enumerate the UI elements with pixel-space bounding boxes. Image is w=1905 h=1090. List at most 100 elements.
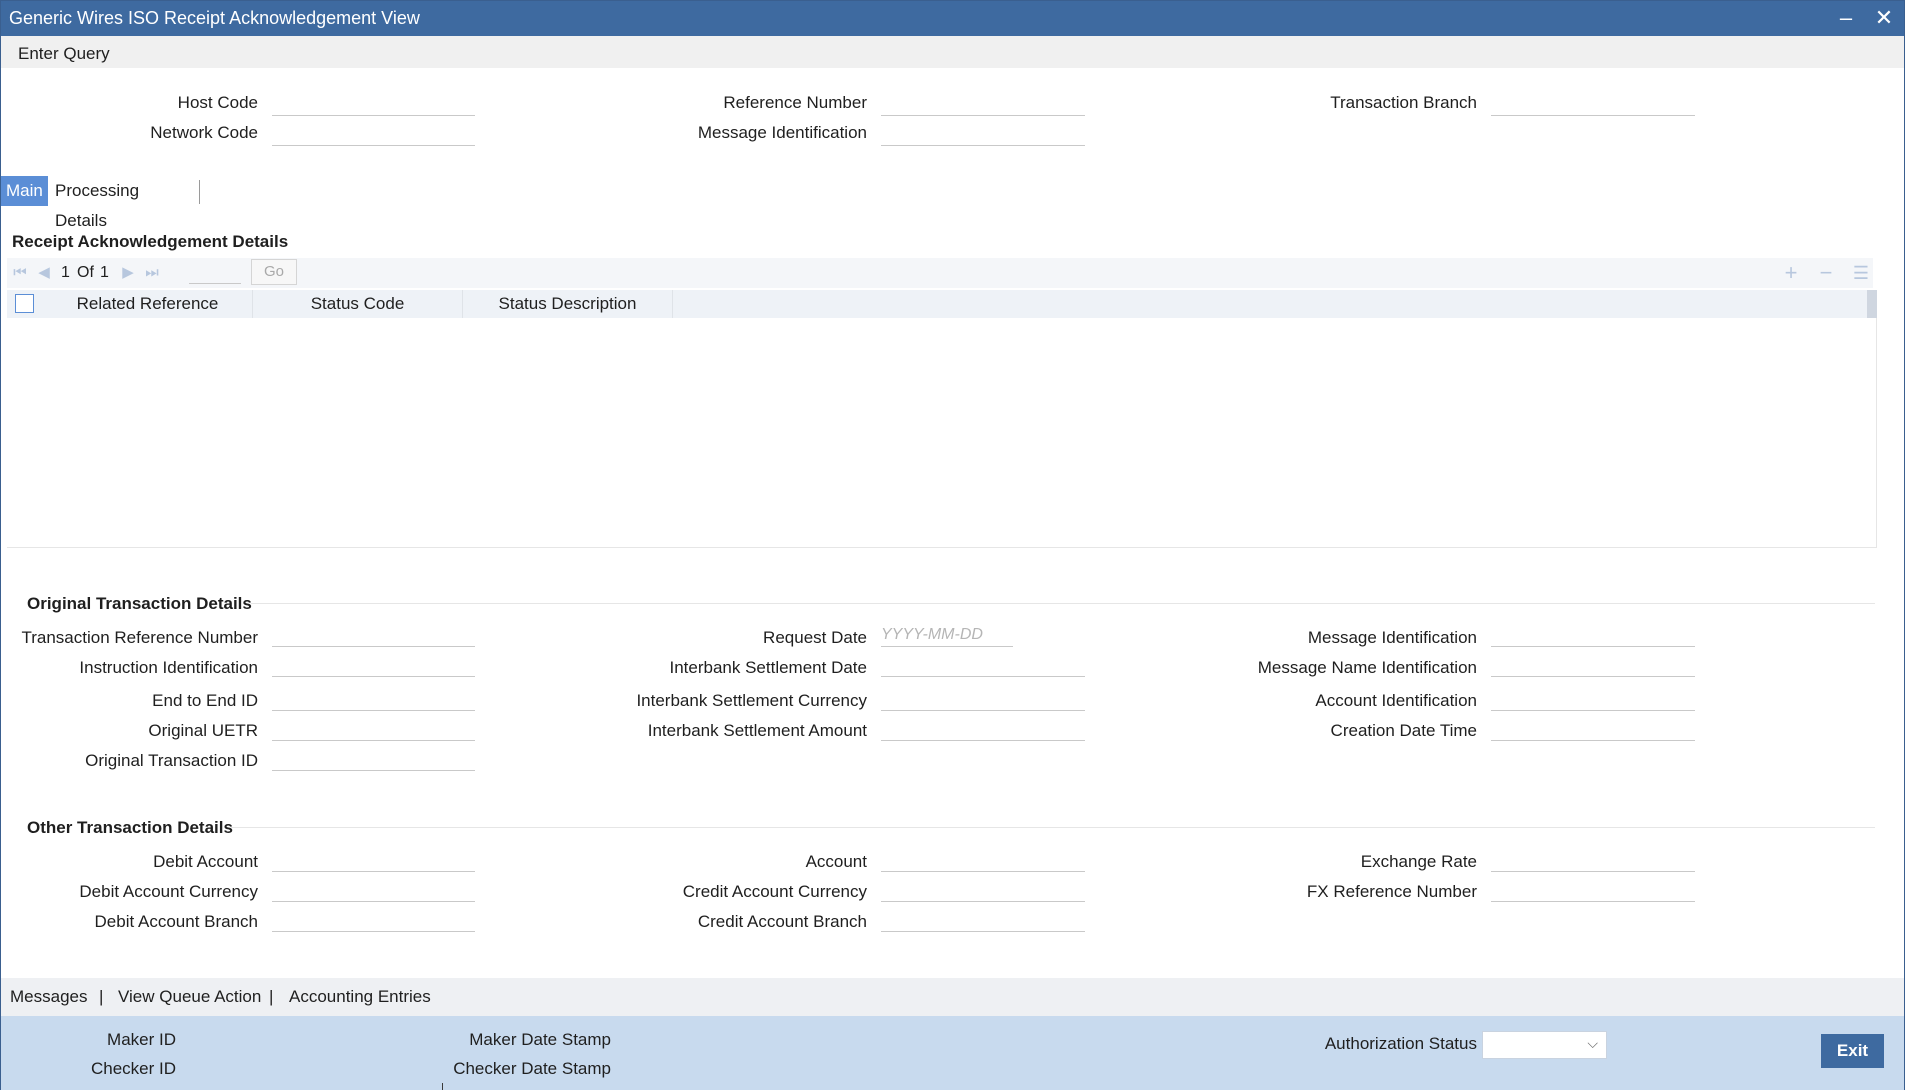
interbank-settlement-currency-label: Interbank Settlement Currency [636, 691, 867, 710]
credit-account-currency-field[interactable] [881, 878, 1085, 902]
account-field[interactable] [881, 848, 1085, 872]
end-to-end-id-label: End to End ID [152, 691, 258, 710]
reference-number-label: Reference Number [723, 93, 867, 112]
window-title: Generic Wires ISO Receipt Acknowledgemen… [9, 8, 420, 28]
interbank-settlement-amount-label: Interbank Settlement Amount [647, 721, 867, 740]
request-date-label: Request Date [763, 628, 867, 647]
chevron-down-icon: ⌵ [1587, 1035, 1598, 1051]
other-section-title: Other Transaction Details [27, 818, 233, 837]
creation-date-time-label: Creation Date Time [1330, 721, 1477, 740]
interbank-settlement-amount-field[interactable] [881, 717, 1085, 741]
link-separator: | [269, 987, 274, 1006]
audit-panel: Maker ID Checker ID Maker Date Stamp Che… [1, 1016, 1904, 1090]
debit-account-currency-field[interactable] [272, 878, 475, 902]
grid-scrollbar[interactable] [1867, 290, 1877, 318]
message-identification-label: Message Identification [1307, 628, 1477, 647]
column-related-reference[interactable]: Related Reference [43, 290, 253, 318]
host-code-label: Host Code [177, 93, 258, 112]
section-divider [251, 603, 1875, 604]
total-pages-number: 1 [100, 264, 109, 281]
exchange-rate-label: Exchange Rate [1360, 852, 1477, 871]
tab-main[interactable]: Main [1, 176, 48, 206]
tab-processing-details[interactable]: Processing Details [50, 176, 144, 230]
maker-date-stamp-label: Maker Date Stamp [469, 1030, 611, 1049]
page-of-label: Of [77, 264, 94, 281]
grid-header-row: Related Reference Status Code Status Des… [7, 290, 1867, 318]
message-name-identification-label: Message Name Identification [1257, 658, 1477, 677]
fx-reference-number-label: FX Reference Number [1306, 882, 1477, 901]
message-identification-field[interactable] [1491, 623, 1695, 647]
message-identification-field[interactable] [881, 122, 1085, 146]
reference-number-field[interactable] [881, 92, 1085, 116]
first-page-icon[interactable]: ⏮ [10, 263, 30, 283]
close-icon[interactable]: ✕ [1871, 5, 1897, 31]
toolbar: Enter Query [1, 36, 1904, 68]
authorization-status-select[interactable]: ⌵ [1482, 1031, 1607, 1059]
list-view-icon[interactable]: ☰ [1850, 262, 1872, 284]
original-transaction-id-label: Original Transaction ID [85, 751, 258, 770]
transaction-reference-number-label: Transaction Reference Number [21, 628, 258, 647]
transaction-branch-field[interactable] [1491, 92, 1695, 116]
transaction-reference-number-field[interactable] [272, 623, 475, 647]
exit-button[interactable]: Exit [1821, 1034, 1884, 1068]
original-uetr-label: Original UETR [148, 721, 258, 740]
section-divider [231, 827, 1875, 828]
column-status-code[interactable]: Status Code [253, 290, 463, 318]
checker-date-stamp-label: Checker Date Stamp [453, 1059, 611, 1078]
original-section-title: Original Transaction Details [27, 594, 252, 613]
accounting-entries-link[interactable]: Accounting Entries [289, 987, 431, 1007]
debit-account-branch-field[interactable] [272, 908, 475, 932]
enter-query-button[interactable]: Enter Query [18, 44, 110, 64]
view-queue-action-link[interactable]: View Queue Action [118, 987, 261, 1007]
current-page-number: 1 [61, 264, 70, 281]
debit-account-branch-label: Debit Account Branch [94, 912, 258, 931]
maker-id-label: Maker ID [107, 1030, 176, 1049]
link-separator: | [99, 987, 104, 1006]
account-identification-label: Account Identification [1315, 691, 1477, 710]
network-code-field[interactable] [272, 122, 475, 146]
divider-tick [442, 1083, 443, 1090]
instruction-identification-label: Instruction Identification [79, 658, 258, 677]
request-date-field[interactable] [881, 623, 1013, 647]
host-code-field[interactable] [272, 92, 475, 116]
end-to-end-id-field[interactable] [272, 687, 475, 711]
credit-account-currency-label: Credit Account Currency [682, 882, 867, 901]
transaction-branch-label: Transaction Branch [1330, 93, 1477, 112]
delete-row-icon[interactable]: − [1815, 262, 1837, 284]
interbank-settlement-date-field[interactable] [881, 653, 1085, 677]
original-uetr-field[interactable] [272, 717, 475, 741]
interbank-settlement-date-label: Interbank Settlement Date [669, 658, 867, 677]
title-bar: Generic Wires ISO Receipt Acknowledgemen… [1, 1, 1904, 36]
message-name-identification-field[interactable] [1491, 653, 1695, 677]
previous-page-icon[interactable]: ◀ [34, 263, 54, 283]
next-page-icon[interactable]: ▶ [118, 263, 138, 283]
debit-account-field[interactable] [272, 848, 475, 872]
creation-date-time-field[interactable] [1491, 717, 1695, 741]
go-button[interactable]: Go [251, 259, 297, 285]
add-row-icon[interactable]: + [1780, 262, 1802, 284]
page-number-input[interactable] [189, 262, 241, 284]
grid-body [7, 318, 1877, 548]
tab-divider [199, 180, 200, 204]
instruction-identification-field[interactable] [272, 653, 475, 677]
original-transaction-id-field[interactable] [272, 747, 475, 771]
checker-id-label: Checker ID [90, 1059, 176, 1078]
account-label: Account [805, 852, 867, 871]
application-window: Generic Wires ISO Receipt Acknowledgemen… [0, 0, 1905, 1090]
debit-account-currency-label: Debit Account Currency [79, 882, 258, 901]
account-identification-field[interactable] [1491, 687, 1695, 711]
minimize-icon[interactable]: ‒ [1833, 5, 1859, 31]
network-code-label: Network Code [150, 123, 258, 142]
last-page-icon[interactable]: ⏭ [142, 263, 162, 283]
authorization-status-label: Authorization Status [1324, 1034, 1477, 1053]
exchange-rate-field[interactable] [1491, 848, 1695, 872]
credit-account-branch-field[interactable] [881, 908, 1085, 932]
column-status-description[interactable]: Status Description [463, 290, 673, 318]
messages-link[interactable]: Messages [10, 987, 87, 1007]
interbank-settlement-currency-field[interactable] [881, 687, 1085, 711]
select-all-checkbox[interactable] [15, 294, 34, 313]
footer-link-bar: Messages | View Queue Action | Accountin… [1, 978, 1904, 1016]
message-identification-label: Message Identification [697, 123, 867, 142]
fx-reference-number-field[interactable] [1491, 878, 1695, 902]
credit-account-branch-label: Credit Account Branch [697, 912, 867, 931]
